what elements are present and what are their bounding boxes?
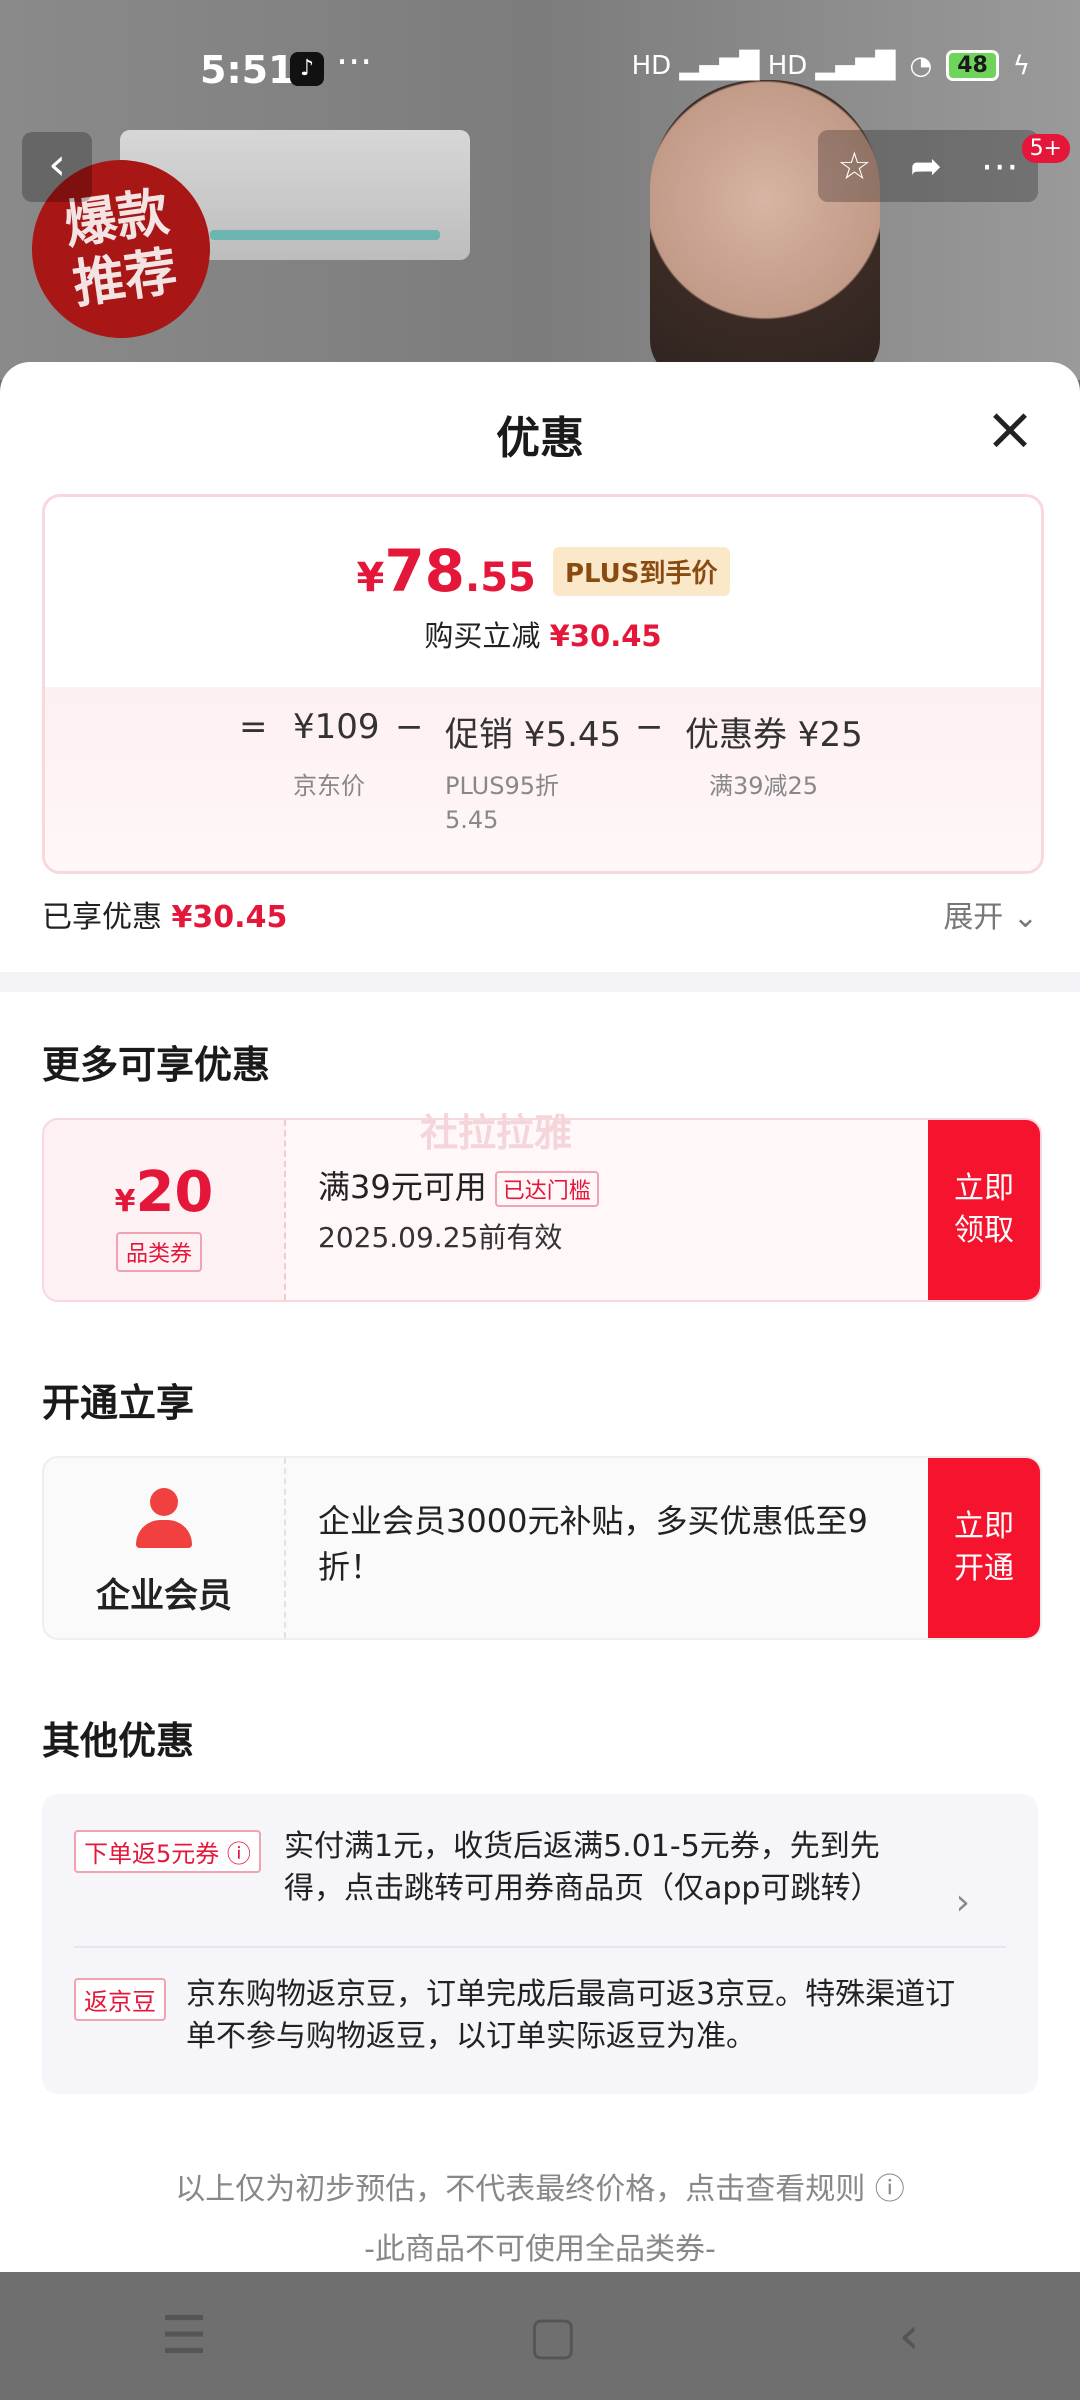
watermark: 社拉拉雅: [420, 1111, 573, 1155]
close-icon[interactable]: ×: [980, 399, 1040, 462]
claim-coupon-button[interactable]: 立即 领取: [928, 1120, 1040, 1300]
final-price: ¥78.55 PLUS到手价: [45, 537, 1041, 605]
coupon-type-badge: 品类券: [116, 1232, 203, 1272]
member-left: 企业会员: [44, 1458, 286, 1638]
coupon-validity: 2025.09.25前有效: [318, 1221, 563, 1254]
enjoyed-discount-row: 已享优惠 ¥30.45 展开 ⌄: [42, 892, 1038, 942]
sheet-title: 优惠: [496, 413, 584, 464]
coupon-condition: 满39元可用 已达门槛: [318, 1162, 599, 1208]
status-bar: 5:51 ♪ ··· HD ▂▄▆█ HD ▂▄▆█ ◔ 48 ϟ: [0, 0, 1080, 140]
disclaimer-link[interactable]: 以上仅为初步预估，不代表最终价格，点击查看规则 ⓘ: [0, 2164, 1080, 2208]
expand-button[interactable]: 展开 ⌄: [943, 892, 1038, 936]
battery-icon: 48: [946, 50, 999, 81]
signal-icon: HD ▂▄▆█ HD ▂▄▆█: [631, 50, 896, 81]
enjoyed-value: ¥30.45: [171, 900, 288, 935]
promo-sub-label: PLUS95折 5.45: [445, 772, 559, 834]
more-icon[interactable]: ⋯: [981, 144, 1019, 188]
other-discount-title: 其他优惠: [42, 1719, 195, 1763]
star-icon[interactable]: ☆: [837, 144, 871, 188]
member-description: 企业会员3000元补贴，多买优惠低至9折！: [318, 1502, 868, 1586]
price-value: ¥78.55: [356, 537, 536, 605]
home-icon[interactable]: ▢: [528, 2306, 577, 2366]
return-coupon-tag: 下单返5元券 ⓘ: [74, 1830, 261, 1873]
ac-stripe: [210, 230, 440, 240]
instant-reduce: 购买立减 ¥30.45: [424, 619, 662, 653]
wifi-icon: ◔: [909, 50, 933, 81]
coupon-restriction-note: -此商品不可使用全品类券-: [364, 2232, 716, 2267]
discount-sheet: 优惠 × ¥78.55 PLUS到手价 购买立减 ¥30.45 = ¥109 −…: [0, 362, 1080, 2272]
coupon-sub-label: 满39减25: [709, 772, 819, 800]
formula-jd-price: ¥109: [293, 707, 380, 747]
user-icon: [132, 1488, 196, 1552]
more-discount-title: 更多可享优惠: [42, 1043, 271, 1087]
price-card: ¥78.55 PLUS到手价 购买立减 ¥30.45 = ¥109 − 促销 ¥…: [42, 494, 1044, 874]
open-member-button[interactable]: 立即 开通: [928, 1458, 1040, 1638]
system-navigation-bar: ☰ ▢ ‹: [0, 2272, 1080, 2400]
back-nav-icon[interactable]: ‹: [899, 2306, 920, 2366]
formula-minus: −: [635, 707, 664, 747]
member-label: 企业会员: [96, 1576, 232, 1616]
system-icons: HD ▂▄▆█ HD ▂▄▆█ ◔ 48 ϟ: [632, 50, 1030, 81]
formula-equals: =: [239, 707, 268, 747]
menu-icon[interactable]: ☰: [161, 2306, 208, 2366]
plus-price-tag: PLUS到手价: [552, 546, 730, 596]
other-discount-box: 下单返5元券 ⓘ 实付满1元，收货后返满5.01-5元券，先到先得，点击跳转可用…: [42, 1794, 1038, 2094]
back-button[interactable]: ‹: [22, 132, 92, 202]
row-divider: [74, 1946, 1006, 1948]
chevron-right-icon: ›: [955, 1882, 970, 1923]
status-time: 5:51: [200, 48, 295, 92]
coupon-left: ¥20 品类券: [44, 1120, 286, 1300]
enterprise-member-card: 企业会员 企业会员3000元补贴，多买优惠低至9折！ 立即 开通: [42, 1456, 1042, 1640]
coupon-amount: ¥20: [114, 1160, 214, 1225]
threshold-reached-tag: 已达门槛: [494, 1171, 599, 1207]
price-formula: = ¥109 − 促销 ¥5.45 − 优惠券 ¥25: [45, 707, 1041, 757]
open-enjoy-title: 开通立享: [42, 1381, 195, 1425]
formula-promo: 促销 ¥5.45: [445, 715, 622, 755]
top-actions: ☆ ➦ ⋯: [818, 130, 1038, 202]
enjoyed-label: 已享优惠: [42, 900, 162, 935]
formula-minus: −: [395, 707, 424, 747]
return-jingdou-tag: 返京豆: [74, 1978, 166, 2021]
more-dots-icon: ···: [336, 40, 373, 84]
formula-coupon: 优惠券 ¥25: [685, 715, 863, 755]
return-coupon-text: 实付满1元，收货后返满5.01-5元券，先到先得，点击跳转可用券商品页（仅app…: [284, 1829, 881, 1906]
section-divider: [0, 972, 1080, 992]
jd-price-label: 京东价: [293, 772, 365, 800]
tiktok-icon: ♪: [290, 52, 324, 86]
return-jingdou-text: 京东购物返京豆，订单完成后最高可返3京豆。特殊渠道订单不参与购物返豆，以订单实际…: [186, 1977, 956, 2054]
notification-badge: 5+: [1021, 134, 1070, 163]
charging-icon: ϟ: [1012, 50, 1030, 81]
share-icon[interactable]: ➦: [910, 144, 942, 188]
